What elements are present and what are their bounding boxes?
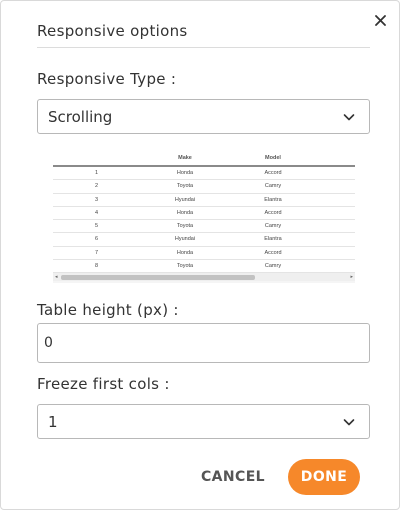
preview-cell: Accord (264, 170, 282, 176)
preview-scrollbar: ◂ ▸ (53, 273, 355, 281)
done-button[interactable]: DONE (288, 459, 360, 495)
responsive-options-dialog: Responsive options Responsive Type : Scr… (0, 0, 400, 510)
responsive-type-value: Scrolling (48, 107, 113, 126)
preview-row: 7 Honda Accord (53, 246, 355, 261)
close-button[interactable] (371, 11, 389, 29)
preview-cell: Honda (176, 249, 194, 256)
preview-cell: 8 (95, 263, 99, 270)
preview-cell: 5 (95, 223, 99, 230)
preview-cell: 2 (95, 183, 99, 190)
preview-cell: 7 (95, 249, 99, 256)
preview-cell: Toyota (176, 183, 194, 190)
preview-cell: Hyundai (174, 196, 196, 203)
close-icon (374, 14, 386, 26)
preview-cell: Camry (264, 223, 282, 230)
preview-cell: Hyundai (174, 236, 196, 243)
preview-cell: Camry (264, 263, 282, 270)
responsive-type-label: Responsive Type : (37, 70, 177, 88)
preview-header-cell: Make (178, 155, 192, 161)
freeze-cols-label: Freeze first cols : (37, 375, 170, 393)
preview-cell: 3 (95, 196, 99, 203)
preview-scrollbar-thumb (61, 274, 255, 280)
preview-row: 6 Hyundai Elantra (53, 233, 355, 247)
preview-cell: Accord (264, 209, 282, 216)
preview-cell: Toyota (176, 263, 194, 270)
preview-row: 3 Hyundai Elantra (53, 193, 355, 207)
table-height-label: Table height (px) : (37, 301, 179, 319)
preview-cell: Accord (264, 249, 282, 256)
preview-row: 8 Toyota Camry (53, 260, 355, 274)
dialog-title: Responsive options (37, 22, 188, 40)
freeze-cols-select[interactable]: 1 (37, 404, 370, 439)
scroll-left-icon: ◂ (55, 274, 58, 280)
preview-cell: Toyota (176, 223, 194, 230)
preview-row: 2 Toyota Camry (53, 180, 355, 194)
preview-cell: Elantra (264, 196, 282, 203)
preview-row: 5 Toyota Camry (53, 220, 355, 234)
responsive-type-select[interactable]: Scrolling (37, 99, 370, 134)
title-divider (37, 47, 370, 48)
preview-cell: Honda (176, 170, 194, 176)
preview-cell: 6 (95, 236, 99, 243)
chevron-down-icon (343, 114, 355, 121)
preview-cell: Elantra (264, 236, 282, 243)
preview-row: 4 Honda Accord (53, 206, 355, 221)
scrolling-table-preview: Make Model 1 Honda Accord 2 Toyota Camry… (53, 149, 355, 283)
preview-cell: Honda (176, 209, 194, 216)
preview-header-cell: Model (265, 155, 281, 161)
table-height-input[interactable] (37, 323, 370, 363)
preview-row: 1 Honda Accord (53, 167, 355, 181)
cancel-button[interactable]: CANCEL (197, 459, 269, 495)
chevron-down-icon (343, 419, 355, 426)
preview-cell: Camry (264, 183, 282, 190)
scroll-right-icon: ▸ (350, 274, 353, 280)
freeze-cols-value: 1 (48, 412, 58, 431)
preview-cell: 1 (95, 170, 99, 176)
preview-cell: 4 (95, 209, 99, 216)
preview-header-row: Make Model (53, 149, 355, 167)
